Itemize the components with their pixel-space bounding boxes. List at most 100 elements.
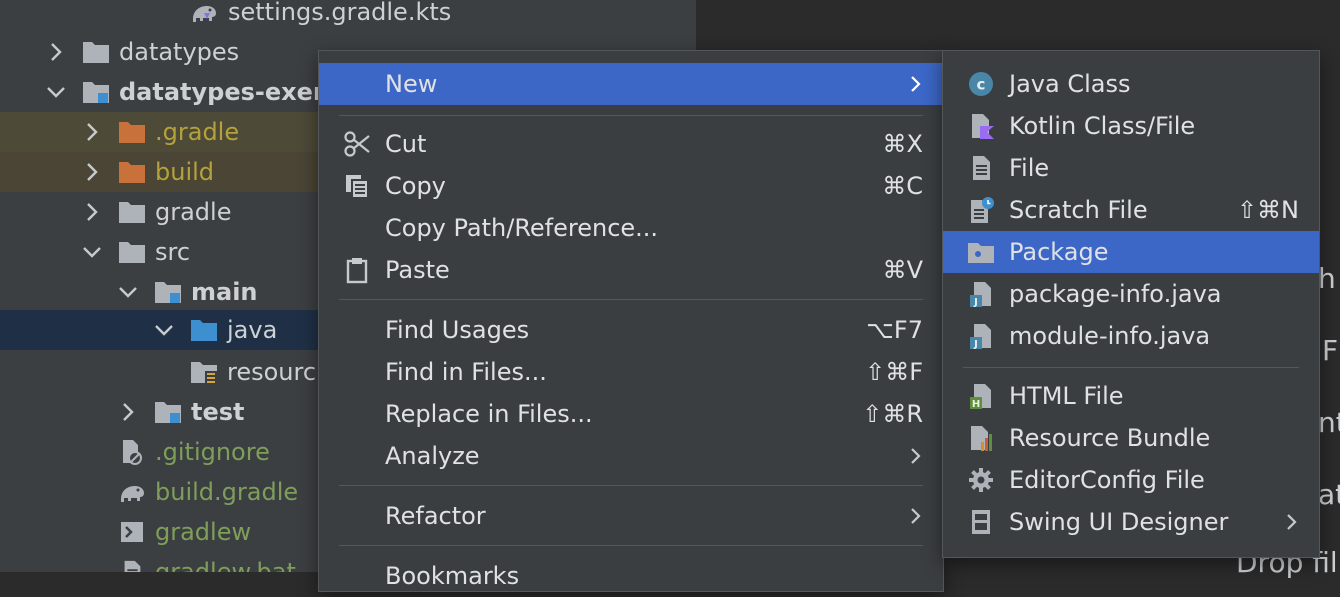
menu-item-shortcut: ⌘X — [882, 130, 923, 158]
new-submenu: c Java Class Kotlin Class/File File Scra… — [942, 50, 1320, 558]
menu-item-editorconfig[interactable]: EditorConfig File — [943, 459, 1319, 501]
tree-label: datatypes — [119, 38, 240, 66]
file-icon — [118, 559, 146, 572]
menu-item-label: package-info.java — [1009, 280, 1222, 308]
menu-item-module-info[interactable]: J module-info.java — [943, 315, 1319, 357]
menu-item-label: module-info.java — [1009, 322, 1211, 350]
menu-separator — [963, 367, 1299, 368]
menu-separator — [339, 545, 923, 546]
menu-item-package-info[interactable]: J package-info.java — [943, 273, 1319, 315]
source-root-folder-icon — [154, 279, 182, 305]
java-file-icon: J — [967, 322, 995, 350]
chevron-down-icon[interactable] — [80, 240, 104, 264]
svg-text:c: c — [977, 76, 986, 94]
svg-text:J: J — [973, 339, 978, 350]
gear-icon — [967, 466, 995, 494]
tree-label: java — [227, 316, 278, 344]
html-file-icon: H — [967, 382, 995, 410]
resources-folder-icon — [190, 359, 218, 385]
tree-label: build — [155, 158, 215, 186]
menu-item-package[interactable]: Package — [943, 231, 1319, 273]
menu-item-find-usages[interactable]: Find Usages ⌥F7 — [319, 309, 943, 351]
tree-label: build.gradle — [155, 478, 299, 506]
chevron-right-icon[interactable] — [80, 200, 104, 224]
tree-label: test — [191, 398, 245, 426]
menu-item-label: Refactor — [385, 502, 486, 530]
chevron-right-icon[interactable] — [44, 40, 68, 64]
editor-text-fragment: at — [1318, 478, 1340, 511]
tree-label: gradle — [155, 198, 232, 226]
menu-item-label: EditorConfig File — [1009, 466, 1205, 494]
menu-item-java-class[interactable]: c Java Class — [943, 63, 1319, 105]
tree-label: settings.gradle.kts — [228, 0, 452, 26]
menu-separator — [339, 299, 923, 300]
menu-item-shortcut: ⌥F7 — [866, 316, 923, 344]
chevron-down-icon[interactable] — [116, 280, 140, 304]
folder-orange-icon — [118, 159, 146, 185]
menu-item-label: Package — [1009, 238, 1109, 266]
chevron-right-icon — [1281, 512, 1301, 532]
menu-item-label: New — [385, 70, 438, 98]
menu-item-label: Cut — [385, 130, 427, 158]
menu-item-refactor[interactable]: Refactor — [319, 495, 943, 537]
menu-item-kotlin-class[interactable]: Kotlin Class/File — [943, 105, 1319, 147]
menu-item-file[interactable]: File — [943, 147, 1319, 189]
menu-item-shortcut: ⇧⌘F — [865, 358, 923, 386]
menu-item-label: HTML File — [1009, 382, 1124, 410]
tree-label: gradlew — [155, 518, 252, 546]
menu-item-resource-bundle[interactable]: Resource Bundle — [943, 417, 1319, 459]
chevron-down-icon[interactable] — [152, 318, 176, 342]
menu-item-swing-ui-designer[interactable]: Swing UI Designer — [943, 501, 1319, 543]
menu-item-label: Replace in Files... — [385, 400, 593, 428]
menu-item-shortcut: ⌘C — [882, 172, 923, 200]
tree-label: gradlew.bat — [155, 558, 296, 572]
tree-label: resourc — [227, 358, 317, 386]
menu-item-label: Resource Bundle — [1009, 424, 1211, 452]
editor-text-fragment: nt — [1318, 406, 1340, 439]
menu-item-label: Scratch File — [1009, 196, 1148, 224]
tree-label: datatypes-exer — [119, 78, 325, 106]
clipboard-icon — [343, 256, 371, 284]
chevron-right-icon[interactable] — [116, 400, 140, 424]
folder-icon — [118, 239, 146, 265]
scratch-file-icon — [967, 196, 995, 224]
folder-icon — [118, 199, 146, 225]
chevron-right-icon[interactable] — [80, 160, 104, 184]
menu-item-label: Find in Files... — [385, 358, 547, 386]
menu-item-label: Kotlin Class/File — [1009, 112, 1196, 140]
chevron-right-icon — [905, 506, 925, 526]
menu-item-find-in-files[interactable]: Find in Files... ⇧⌘F — [319, 351, 943, 393]
swing-designer-icon — [967, 508, 995, 536]
menu-item-cut[interactable]: Cut ⌘X — [319, 123, 943, 165]
package-icon — [967, 238, 995, 266]
source-root-folder-icon — [154, 399, 182, 425]
folder-blue-icon — [190, 317, 218, 343]
editor-text-fragment: h — [1318, 262, 1336, 295]
chevron-right-icon — [905, 74, 925, 94]
menu-item-bookmarks[interactable]: Bookmarks — [319, 555, 943, 597]
menu-item-label: Paste — [385, 256, 450, 284]
menu-item-paste[interactable]: Paste ⌘V — [319, 249, 943, 291]
menu-item-label: Swing UI Designer — [1009, 508, 1229, 536]
menu-item-shortcut: ⇧⌘R — [862, 400, 923, 428]
menu-item-replace-in-files[interactable]: Replace in Files... ⇧⌘R — [319, 393, 943, 435]
menu-item-analyze[interactable]: Analyze — [319, 435, 943, 477]
ignore-file-icon — [118, 439, 146, 465]
svg-text:J: J — [973, 297, 978, 308]
menu-item-scratch-file[interactable]: Scratch File ⇧⌘N — [943, 189, 1319, 231]
menu-item-html-file[interactable]: H HTML File — [943, 375, 1319, 417]
chevron-down-icon[interactable] — [44, 80, 68, 104]
menu-item-label: Bookmarks — [385, 562, 520, 590]
menu-item-label: Find Usages — [385, 316, 530, 344]
resource-bundle-icon — [967, 424, 995, 452]
menu-item-copy[interactable]: Copy ⌘C — [319, 165, 943, 207]
menu-item-shortcut: ⇧⌘N — [1236, 196, 1299, 224]
menu-item-new[interactable]: New — [319, 63, 943, 105]
chevron-right-icon — [905, 446, 925, 466]
tree-label: .gradle — [155, 118, 240, 146]
menu-item-shortcut: ⌘V — [882, 256, 923, 284]
folder-orange-icon — [118, 119, 146, 145]
tree-row-settings-gradle[interactable]: settings.gradle.kts — [0, 0, 696, 32]
chevron-right-icon[interactable] — [80, 120, 104, 144]
menu-item-copy-path[interactable]: Copy Path/Reference... — [319, 207, 943, 249]
